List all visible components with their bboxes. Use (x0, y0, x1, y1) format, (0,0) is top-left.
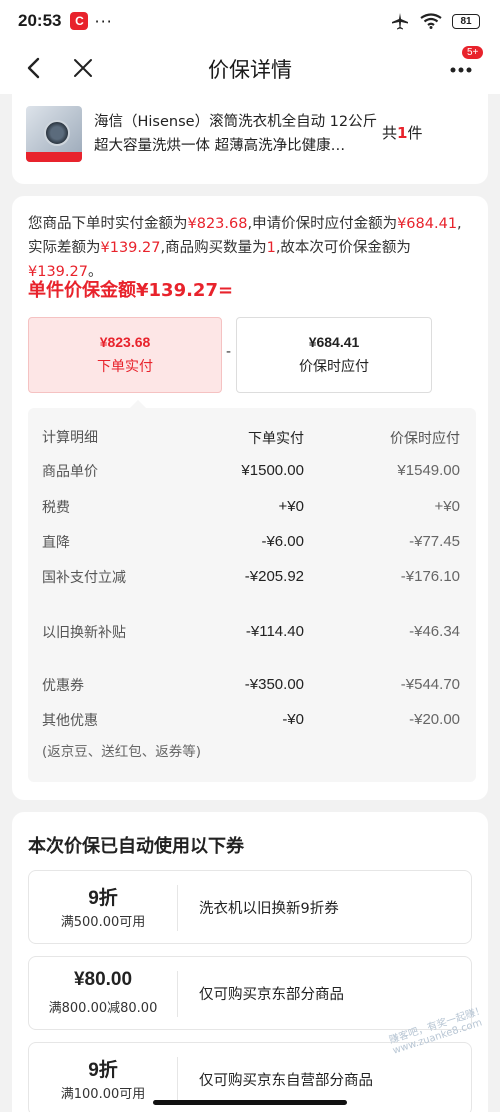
summary-quantity: 1 (266, 240, 276, 256)
row-due: ¥1549.00 (397, 462, 460, 479)
paid-amount: ¥823.68 (99, 334, 151, 350)
row-label: 优惠券 (42, 678, 84, 694)
coupon-condition: 满500.00可用 (60, 915, 146, 930)
more-notifications-icon: ··· (94, 11, 113, 31)
row-due: +¥0 (434, 498, 460, 515)
product-quantity: 共1件 (382, 122, 422, 143)
row-paid: +¥0 (278, 498, 304, 515)
status-time: 20:53 (18, 11, 62, 30)
coupons-card: 本次价保已自动使用以下券 9折 满500.00可用 洗衣机以旧换新9折券 ¥80… (12, 812, 488, 1112)
quantity-value: 1 (397, 124, 408, 142)
status-bar: 20:53 C ··· 81 (0, 0, 500, 42)
page-title: 价保详情 (208, 58, 292, 82)
nav-bar: 价保详情 5+ (0, 42, 500, 94)
row-paid: -¥6.00 (261, 533, 304, 550)
row-paid: ¥1500.00 (241, 462, 304, 479)
coupon-value: ¥80.00 (73, 969, 133, 990)
battery-icon: 81 (452, 13, 480, 29)
coupons-title: 本次价保已自动使用以下券 (28, 836, 244, 857)
summary-diff-amount: ¥139.27 (100, 240, 161, 256)
coupon-divider (177, 971, 178, 1017)
row-due: -¥176.10 (400, 568, 460, 585)
airplane-mode-icon (392, 13, 408, 30)
row-due: -¥77.45 (409, 533, 460, 550)
header-paid: 下单实付 (248, 431, 304, 447)
calculation-table: 计算明细 下单实付 价保时应付 商品单价 ¥1500.00 ¥1549.00 税… (28, 400, 476, 782)
product-image (26, 106, 82, 162)
due-amount-box: ¥684.41 价保时应付 (236, 317, 432, 393)
quantity-prefix: 共 (382, 124, 398, 142)
more-menu-icon[interactable] (446, 56, 476, 80)
coupon-value: 9折 (88, 888, 118, 909)
row-label: 税费 (42, 500, 70, 516)
row-paid: -¥114.40 (245, 623, 304, 640)
row-label: 国补支付立减 (42, 570, 126, 586)
coupon-condition: 满800.00减80.00 (48, 1001, 158, 1016)
app-notification-icon: C (70, 12, 89, 30)
coupon-description: 仅可购买京东自营部分商品 (199, 1073, 373, 1089)
product-card[interactable]: 海信（Hisense）滚筒洗衣机全自动 12公斤超大容量洗烘一体 超薄高洗净比健… (12, 94, 488, 184)
summary-due-amount: ¥684.41 (397, 216, 458, 232)
message-count-badge: 5+ (462, 46, 484, 59)
row-paid: -¥350.00 (244, 676, 304, 693)
summary-part: 您商品下单时实付金额为 (28, 216, 188, 232)
summary-part: ,申请价保时应付金额为 (247, 216, 398, 232)
header-due: 价保时应付 (390, 431, 460, 447)
quantity-suffix: 件 (407, 124, 423, 142)
coupon-description: 仅可购买京东部分商品 (199, 987, 344, 1003)
summary-part: ,商品购买数量为 (160, 240, 267, 256)
row-due: -¥46.34 (409, 623, 460, 640)
summary-text: 您商品下单时实付金额为¥823.68,申请价保时应付金额为¥684.41,实际差… (28, 212, 476, 284)
row-label: 以旧换新补贴 (42, 625, 126, 641)
summary-paid-amount: ¥823.68 (187, 216, 248, 232)
wifi-icon (420, 13, 442, 29)
row-paid: -¥205.92 (244, 568, 304, 585)
coupon-divider (177, 1057, 178, 1103)
home-indicator[interactable] (153, 1100, 347, 1105)
due-amount: ¥684.41 (308, 334, 360, 350)
summary-part: ,故本次可价保金额为 (275, 240, 411, 256)
product-name: 海信（Hisense）滚筒洗衣机全自动 12公斤超大容量洗烘一体 超薄高洗净比健… (94, 114, 378, 154)
other-discount-note: (返京豆、送红包、返券等) (42, 744, 202, 760)
paid-label: 下单实付 (97, 359, 153, 375)
coupon-description: 洗衣机以旧换新9折券 (199, 901, 339, 917)
row-due: -¥20.00 (409, 711, 460, 728)
row-paid: -¥0 (282, 711, 304, 728)
coupon-item[interactable]: ¥80.00 满800.00减80.00 仅可购买京东部分商品 (28, 956, 472, 1030)
row-due: -¥544.70 (400, 676, 460, 693)
callout-notch (130, 400, 146, 408)
row-label: 其他优惠 (42, 713, 98, 729)
unit-protection-amount: 单件价保金额¥139.27= (28, 280, 234, 301)
minus-sign: - (226, 344, 232, 360)
paid-amount-box: ¥823.68 下单实付 (28, 317, 222, 393)
coupon-value: 9折 (88, 1060, 118, 1081)
row-label: 直降 (42, 535, 70, 551)
header-calc-detail: 计算明细 (42, 430, 98, 446)
product-image-banner (26, 152, 82, 162)
coupon-divider (177, 885, 178, 931)
row-label: 商品单价 (42, 464, 98, 480)
price-protection-detail-card: 您商品下单时实付金额为¥823.68,申请价保时应付金额为¥684.41,实际差… (12, 196, 488, 800)
washing-machine-drum (44, 120, 70, 146)
coupon-item[interactable]: 9折 满500.00可用 洗衣机以旧换新9折券 (28, 870, 472, 944)
due-label: 价保时应付 (299, 359, 369, 375)
